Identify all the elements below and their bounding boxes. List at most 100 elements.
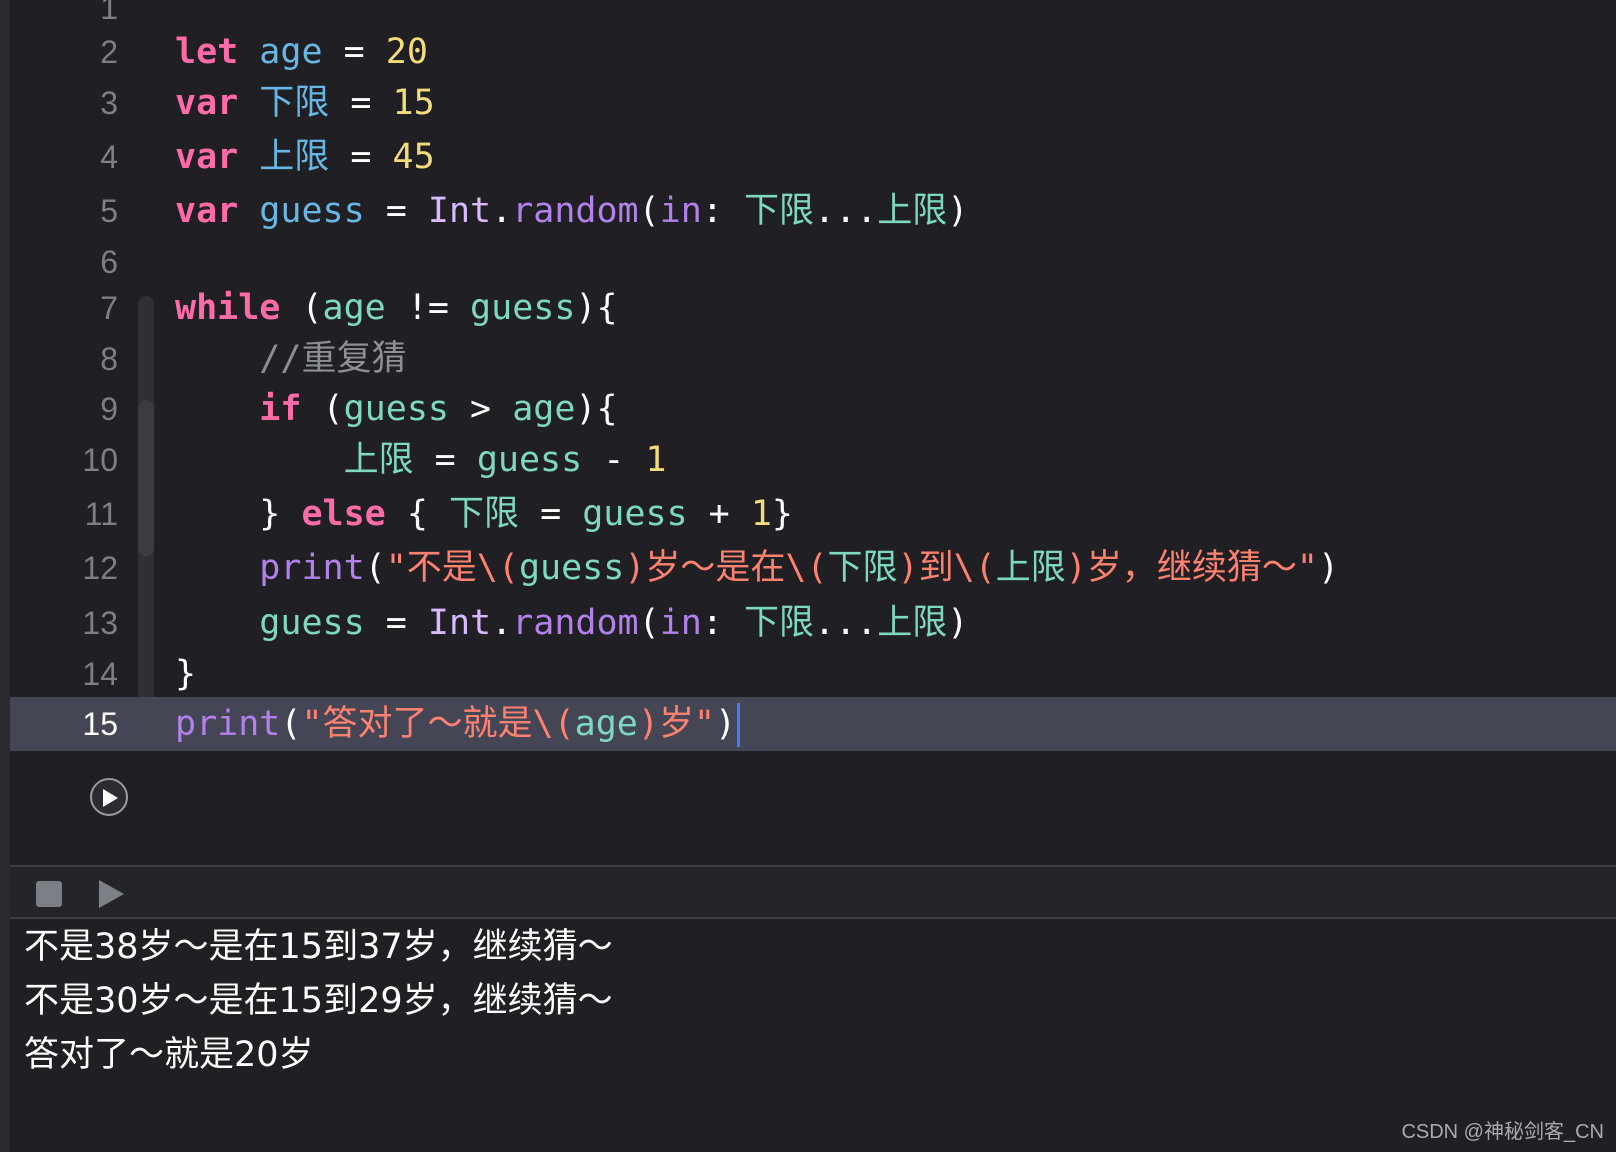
identifier: guess xyxy=(259,191,365,231)
punctuation: . xyxy=(491,191,513,231)
console-line: 不是30岁～是在15到29岁，继续猜～ xyxy=(24,981,613,1021)
operator: = xyxy=(385,603,407,643)
code-text: if (guess > age){ xyxy=(175,382,618,436)
operator: - xyxy=(603,440,625,480)
punctuation: ) xyxy=(715,704,737,744)
punctuation: ) xyxy=(1317,548,1340,588)
debug-toolbar xyxy=(10,865,1616,919)
keyword: if xyxy=(259,389,302,429)
line-number: 12 xyxy=(82,550,118,586)
code-line[interactable]: 8 //重复猜 xyxy=(10,332,1616,386)
code-line[interactable]: 10 上限 = guess - 1 xyxy=(10,433,1616,487)
punctuation: : xyxy=(701,191,723,231)
code-line[interactable]: 14 } xyxy=(10,647,1616,701)
watermark: CSDN @神秘剑客_CN xyxy=(1401,1121,1604,1143)
punctuation: ( xyxy=(322,389,344,429)
argument-label: in xyxy=(659,191,702,231)
code-text: let age = 20 xyxy=(175,25,428,79)
string-literal: )岁" xyxy=(637,704,716,744)
keyword: var xyxy=(175,83,239,123)
console-line: 不是38岁～是在15到37岁，继续猜～ xyxy=(24,927,613,967)
identifier: guess xyxy=(476,440,583,480)
identifier: 上限 xyxy=(995,548,1066,588)
play-icon[interactable] xyxy=(96,878,126,910)
punctuation: ( xyxy=(638,191,660,231)
type-name: Int xyxy=(427,603,492,643)
identifier: 上限 xyxy=(877,191,948,231)
code-text: while (age != guess){ xyxy=(175,281,618,335)
string-literal: )到\( xyxy=(897,548,996,588)
text-caret xyxy=(737,703,741,747)
number-literal: 15 xyxy=(392,83,435,123)
line-number: 13 xyxy=(82,605,118,641)
punctuation: } xyxy=(771,494,793,534)
identifier: age xyxy=(259,32,323,72)
code-text: 上限 = guess - 1 xyxy=(175,433,667,487)
string-literal: "答对了～就是\( xyxy=(301,704,575,744)
punctuation: ){ xyxy=(575,389,618,429)
operator: ... xyxy=(814,191,878,231)
identifier: age xyxy=(322,288,386,328)
identifier: guess xyxy=(518,548,625,588)
function-name: random xyxy=(512,603,639,643)
punctuation: ( xyxy=(638,603,660,643)
string-literal: )岁～是在\( xyxy=(624,548,828,588)
punctuation: ( xyxy=(364,548,386,588)
keyword: else xyxy=(301,494,386,534)
argument-label: in xyxy=(659,603,702,643)
function-name: random xyxy=(512,191,639,231)
code-line[interactable]: 3 var 下限 = 15 xyxy=(10,76,1616,130)
operator: = xyxy=(350,83,372,123)
code-text: var 上限 = 45 xyxy=(175,130,435,184)
code-text: var 下限 = 15 xyxy=(175,76,435,130)
operator: = xyxy=(434,440,456,480)
code-line[interactable]: 13 guess = Int.random(in: 下限...上限) xyxy=(10,596,1616,650)
code-text: } else { 下限 = guess + 1} xyxy=(175,487,793,541)
identifier: 上限 xyxy=(343,440,414,480)
line-number: 10 xyxy=(82,442,118,478)
line-number: 3 xyxy=(100,85,118,121)
line-number: 2 xyxy=(100,34,118,70)
function-name: print xyxy=(259,548,365,588)
code-line[interactable]: 11 } else { 下限 = guess + 1} xyxy=(10,487,1616,541)
punctuation: : xyxy=(701,603,723,643)
code-editor[interactable]: 1 2 let age = 20 3 var 下限 = 15 4 var 上限 … xyxy=(10,0,1616,865)
code-text: print("不是\(guess)岁～是在\(下限)到\(上限)岁，继续猜～") xyxy=(175,541,1339,595)
type-name: Int xyxy=(427,191,492,231)
keyword: while xyxy=(175,288,281,328)
code-line[interactable]: 5 var guess = Int.random(in: 下限...上限) xyxy=(10,184,1616,238)
identifier: age xyxy=(574,704,638,744)
code-text: print("答对了～就是\(age)岁") xyxy=(175,697,741,751)
console-output: 不是38岁～是在15到37岁，继续猜～ 不是30岁～是在15到29岁，继续猜～ … xyxy=(10,919,1616,1152)
keyword: var xyxy=(175,191,239,231)
punctuation: ){ xyxy=(575,288,618,328)
console-line: 答对了～就是20岁 xyxy=(24,1035,314,1075)
stop-icon[interactable] xyxy=(36,881,62,907)
identifier: 下限 xyxy=(744,191,815,231)
code-line[interactable]: 12 print("不是\(guess)岁～是在\(下限)到\(上限)岁，继续猜… xyxy=(10,541,1616,595)
code-line[interactable]: 2 let age = 20 xyxy=(10,25,1616,79)
play-circle-icon[interactable] xyxy=(90,778,128,816)
line-number: 4 xyxy=(100,139,118,175)
identifier: 下限 xyxy=(827,548,898,588)
identifier: 下限 xyxy=(448,494,519,534)
code-text: guess = Int.random(in: 下限...上限) xyxy=(175,596,968,650)
code-line[interactable]: 9 if (guess > age){ xyxy=(10,382,1616,436)
operator: ... xyxy=(814,603,878,643)
operator: = xyxy=(350,137,372,177)
comment: //重复猜 xyxy=(259,339,407,379)
line-number: 15 xyxy=(82,706,118,742)
code-line[interactable]: 7 while (age != guess){ xyxy=(10,281,1616,335)
code-line[interactable]: 4 var 上限 = 45 xyxy=(10,130,1616,184)
operator: = xyxy=(385,191,407,231)
code-text: //重复猜 xyxy=(175,332,406,386)
code-line-current[interactable]: 15 print("答对了～就是\(age)岁") xyxy=(10,697,1616,751)
identifier: 上限 xyxy=(259,137,330,177)
function-name: print xyxy=(175,704,281,744)
line-number: 11 xyxy=(84,496,118,532)
punctuation: . xyxy=(491,603,513,643)
punctuation: ( xyxy=(280,704,302,744)
punctuation: ( xyxy=(301,288,323,328)
identifier: 下限 xyxy=(744,603,815,643)
code-text: var guess = Int.random(in: 下限...上限) xyxy=(175,184,968,238)
